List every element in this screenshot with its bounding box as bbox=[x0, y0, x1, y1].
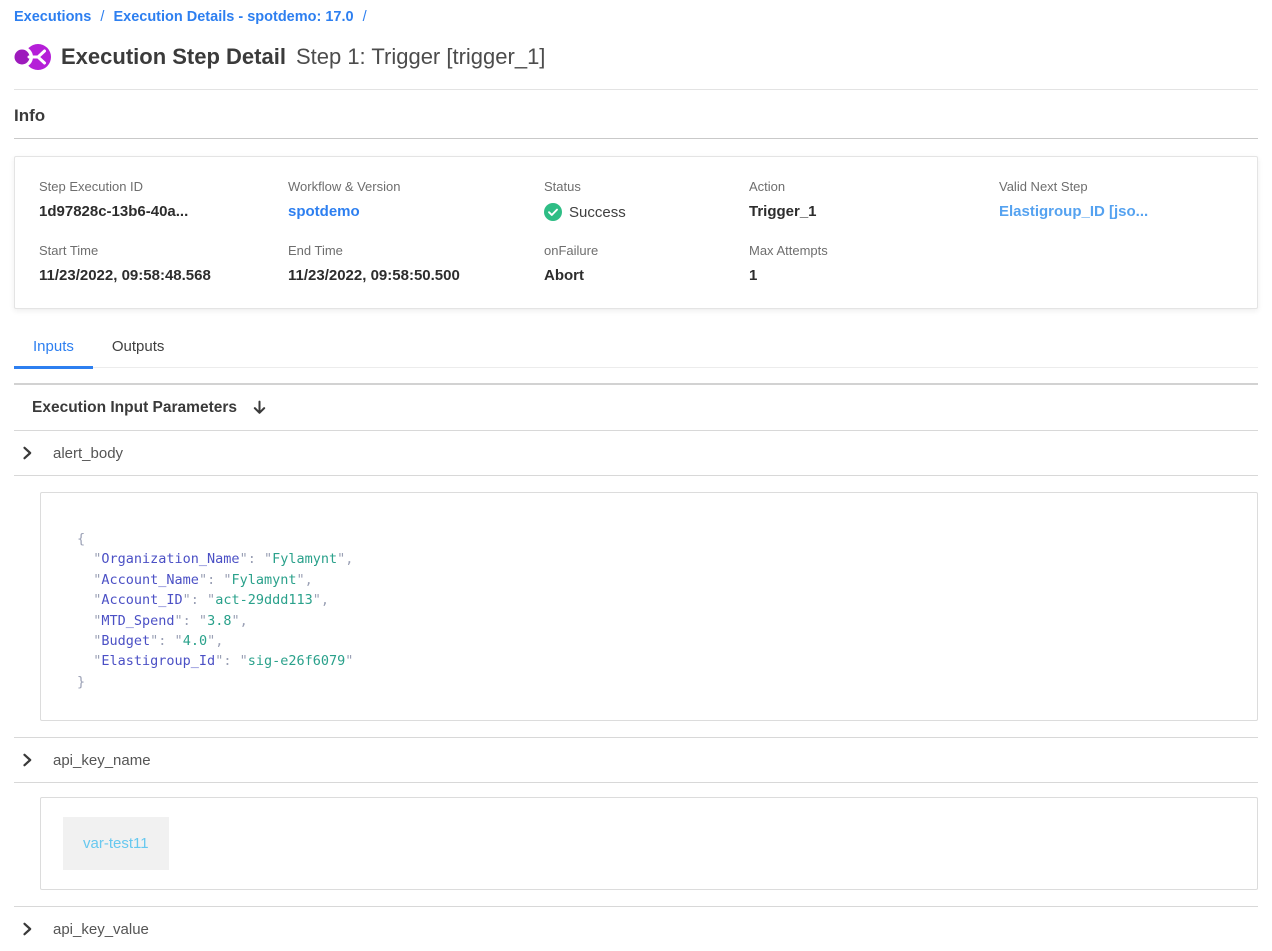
breadcrumb-separator: / bbox=[100, 9, 104, 25]
divider bbox=[14, 475, 1258, 476]
chevron-right-icon[interactable] bbox=[20, 753, 34, 767]
alert-body-json: { "Organization_Name": "Fylamynt", "Acco… bbox=[77, 529, 1227, 692]
execution-input-parameters-label: Execution Input Parameters bbox=[32, 399, 237, 417]
tab-inputs[interactable]: Inputs bbox=[14, 329, 93, 367]
api-key-name-value-box: var-test11 bbox=[40, 797, 1258, 890]
breadcrumb-separator: / bbox=[363, 9, 367, 25]
chevron-right-icon[interactable] bbox=[20, 446, 34, 460]
info-grid: Step Execution ID 1d97828c-13b6-40a... W… bbox=[39, 179, 1233, 284]
arrow-down-icon[interactable] bbox=[251, 399, 268, 416]
field-end-time: End Time 11/23/2022, 09:58:50.500 bbox=[288, 243, 544, 284]
chevron-right-icon[interactable] bbox=[20, 922, 34, 936]
info-section-heading: Info bbox=[14, 106, 1258, 126]
section-row-api-key-value[interactable]: api_key_value bbox=[14, 907, 1258, 951]
section-label-api-key-name: api_key_name bbox=[53, 752, 151, 769]
field-label: End Time bbox=[288, 243, 544, 258]
section-row-alert-body[interactable]: alert_body bbox=[14, 431, 1258, 475]
execution-input-parameters-header[interactable]: Execution Input Parameters bbox=[14, 385, 1258, 430]
field-valid-next-step: Valid Next Step Elastigroup_ID [jso... bbox=[999, 179, 1233, 221]
field-workflow-version: Workflow & Version spotdemo bbox=[288, 179, 544, 221]
page-header: Execution Step Detail Step 1: Trigger [t… bbox=[14, 40, 1258, 74]
field-value: 11/23/2022, 09:58:48.568 bbox=[39, 267, 288, 284]
workflow-link[interactable]: spotdemo bbox=[288, 203, 544, 220]
field-step-execution-id: Step Execution ID 1d97828c-13b6-40a... bbox=[39, 179, 288, 221]
field-label: Valid Next Step bbox=[999, 179, 1233, 194]
tabbar: Inputs Outputs bbox=[14, 329, 1258, 368]
field-label: onFailure bbox=[544, 243, 749, 258]
field-label: Action bbox=[749, 179, 999, 194]
field-label: Start Time bbox=[39, 243, 288, 258]
page-subtitle: Step 1: Trigger [trigger_1] bbox=[296, 44, 545, 70]
field-label: Step Execution ID bbox=[39, 179, 288, 194]
section-label-api-key-value: api_key_value bbox=[53, 921, 149, 938]
fylamynt-logo-icon bbox=[14, 40, 52, 74]
field-max-attempts: Max Attempts 1 bbox=[749, 243, 999, 284]
success-check-icon bbox=[544, 203, 562, 221]
alert-body-json-box: { "Organization_Name": "Fylamynt", "Acco… bbox=[40, 492, 1258, 721]
breadcrumb-link-executions[interactable]: Executions bbox=[14, 9, 91, 25]
breadcrumb: Executions / Execution Details - spotdem… bbox=[14, 0, 1258, 25]
divider bbox=[14, 782, 1258, 783]
field-on-failure: onFailure Abort bbox=[544, 243, 749, 284]
field-value: 11/23/2022, 09:58:50.500 bbox=[288, 267, 544, 284]
valid-next-step-link[interactable]: Elastigroup_ID [jso... bbox=[999, 203, 1233, 220]
field-action: Action Trigger_1 bbox=[749, 179, 999, 221]
field-empty bbox=[999, 243, 1233, 284]
field-value: 1d97828c-13b6-40a... bbox=[39, 203, 288, 220]
section-row-api-key-name[interactable]: api_key_name bbox=[14, 738, 1258, 782]
api-key-name-value: var-test11 bbox=[63, 817, 169, 870]
field-start-time: Start Time 11/23/2022, 09:58:48.568 bbox=[39, 243, 288, 284]
field-status: Status Success bbox=[544, 179, 749, 221]
field-label: Max Attempts bbox=[749, 243, 999, 258]
breadcrumb-link-execution-details[interactable]: Execution Details - spotdemo: 17.0 bbox=[113, 9, 353, 25]
field-value: Abort bbox=[544, 267, 749, 284]
field-label: Status bbox=[544, 179, 749, 194]
execution-step-detail-page: Executions / Execution Details - spotdem… bbox=[0, 0, 1272, 951]
field-value: 1 bbox=[749, 267, 999, 284]
field-label: Workflow & Version bbox=[288, 179, 544, 194]
status-badge: Success bbox=[569, 204, 626, 221]
info-card: Step Execution ID 1d97828c-13b6-40a... W… bbox=[14, 156, 1258, 309]
field-value: Trigger_1 bbox=[749, 203, 999, 220]
divider bbox=[14, 89, 1258, 90]
divider bbox=[14, 138, 1258, 139]
page-title: Execution Step Detail bbox=[61, 44, 286, 70]
tab-outputs[interactable]: Outputs bbox=[93, 329, 184, 367]
section-label-alert-body: alert_body bbox=[53, 445, 123, 462]
